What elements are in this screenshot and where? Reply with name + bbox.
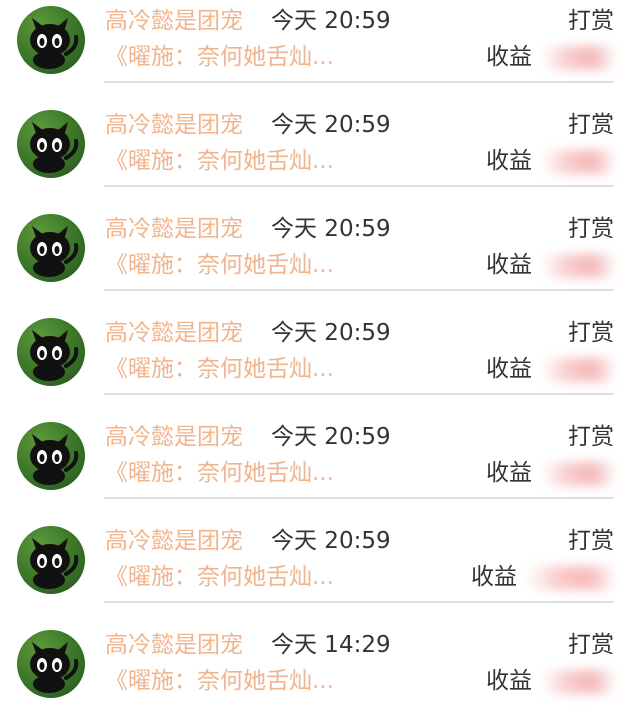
cat-avatar-icon (30, 434, 79, 485)
user-name-link[interactable]: 高冷懿是团宠 (105, 110, 243, 140)
timestamp: 今天 20:59 (271, 216, 391, 242)
book-title-link[interactable]: 《曜施：奈何她舌灿... (105, 666, 334, 696)
avatar[interactable] (17, 630, 85, 698)
reward-list: 高冷懿是团宠 今天 20:59 打赏 《曜施：奈何她舌灿... 收益 高冷懿是团… (0, 0, 640, 712)
row-divider (104, 601, 614, 603)
income-label: 收益 (486, 460, 532, 486)
avatar[interactable] (17, 526, 85, 594)
user-name-link[interactable]: 高冷懿是团宠 (105, 214, 243, 244)
row-divider (104, 393, 614, 395)
reward-type-label: 打赏 (568, 216, 614, 242)
income-value-blurred (541, 254, 617, 278)
reward-type-label: 打赏 (568, 528, 614, 554)
cat-avatar-icon (30, 642, 79, 693)
book-title-link[interactable]: 《曜施：奈何她舌灿... (105, 146, 334, 176)
avatar[interactable] (17, 110, 85, 178)
timestamp: 今天 20:59 (271, 320, 391, 346)
cat-avatar-icon (30, 18, 79, 69)
row-divider (104, 81, 614, 83)
reward-row[interactable]: 高冷懿是团宠 今天 20:59 打赏 《曜施：奈何她舌灿... 收益 (0, 416, 640, 520)
user-name-link[interactable]: 高冷懿是团宠 (105, 526, 243, 556)
cat-avatar-icon (30, 226, 79, 277)
income-value-blurred (541, 358, 617, 382)
avatar[interactable] (17, 318, 85, 386)
user-name-link[interactable]: 高冷懿是团宠 (105, 422, 243, 452)
reward-type-label: 打赏 (568, 8, 614, 34)
book-title-link[interactable]: 《曜施：奈何她舌灿... (105, 562, 334, 592)
user-name-link[interactable]: 高冷懿是团宠 (105, 6, 243, 36)
reward-row[interactable]: 高冷懿是团宠 今天 14:29 打赏 《曜施：奈何她舌灿... 收益 (0, 624, 640, 728)
reward-row[interactable]: 高冷懿是团宠 今天 20:59 打赏 《曜施：奈何她舌灿... 收益 (0, 0, 640, 104)
row-divider (104, 497, 614, 499)
timestamp: 今天 20:59 (271, 528, 391, 554)
income-value-blurred (541, 670, 617, 694)
avatar[interactable] (17, 214, 85, 282)
avatar[interactable] (17, 422, 85, 490)
reward-type-label: 打赏 (568, 320, 614, 346)
timestamp: 今天 14:29 (271, 632, 391, 658)
book-title-link[interactable]: 《曜施：奈何她舌灿... (105, 250, 334, 280)
reward-row[interactable]: 高冷懿是团宠 今天 20:59 打赏 《曜施：奈何她舌灿... 收益 (0, 208, 640, 312)
reward-row[interactable]: 高冷懿是团宠 今天 20:59 打赏 《曜施：奈何她舌灿... 收益 (0, 104, 640, 208)
cat-avatar-icon (30, 538, 79, 589)
cat-avatar-icon (30, 122, 79, 173)
income-label: 收益 (486, 356, 532, 382)
timestamp: 今天 20:59 (271, 424, 391, 450)
reward-type-label: 打赏 (568, 424, 614, 450)
income-value-blurred (541, 46, 617, 70)
book-title-link[interactable]: 《曜施：奈何她舌灿... (105, 458, 334, 488)
income-label: 收益 (486, 252, 532, 278)
reward-type-label: 打赏 (568, 112, 614, 138)
income-value-blurred (541, 462, 617, 486)
user-name-link[interactable]: 高冷懿是团宠 (105, 318, 243, 348)
reward-row[interactable]: 高冷懿是团宠 今天 20:59 打赏 《曜施：奈何她舌灿... 收益 (0, 312, 640, 416)
user-name-link[interactable]: 高冷懿是团宠 (105, 630, 243, 660)
income-value-blurred (541, 150, 617, 174)
row-divider (104, 289, 614, 291)
income-value-blurred (525, 566, 617, 590)
timestamp: 今天 20:59 (271, 112, 391, 138)
reward-row[interactable]: 高冷懿是团宠 今天 20:59 打赏 《曜施：奈何她舌灿... 收益 (0, 520, 640, 624)
timestamp: 今天 20:59 (271, 8, 391, 34)
cat-avatar-icon (30, 330, 79, 381)
income-label: 收益 (486, 668, 532, 694)
income-label: 收益 (486, 148, 532, 174)
avatar[interactable] (17, 6, 85, 74)
income-label: 收益 (471, 564, 517, 590)
income-label: 收益 (486, 44, 532, 70)
reward-type-label: 打赏 (568, 632, 614, 658)
book-title-link[interactable]: 《曜施：奈何她舌灿... (105, 42, 334, 72)
row-divider (104, 185, 614, 187)
book-title-link[interactable]: 《曜施：奈何她舌灿... (105, 354, 334, 384)
